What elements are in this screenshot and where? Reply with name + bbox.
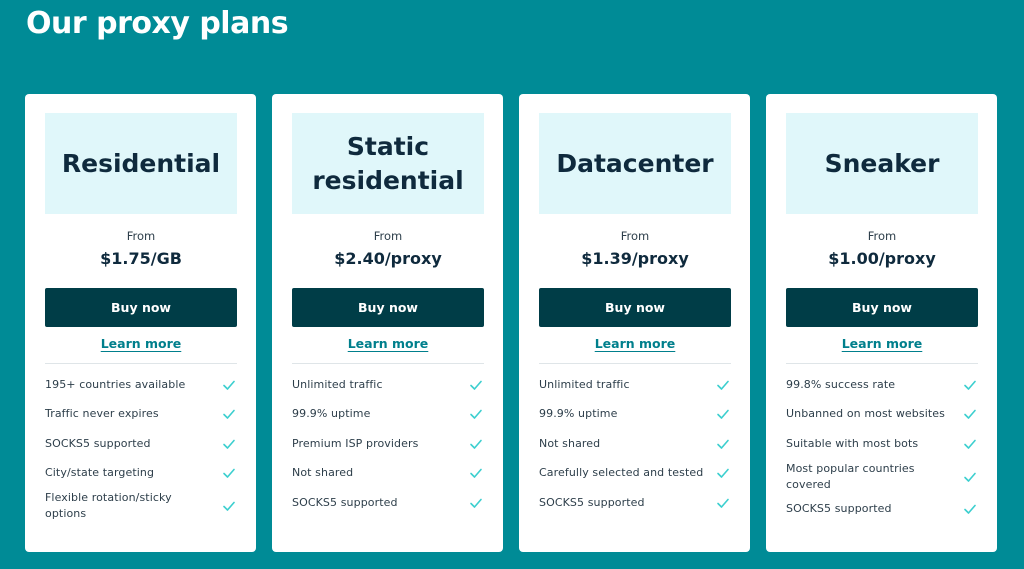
feature-item: 99.9% uptime xyxy=(539,400,731,430)
feature-text: Most popular countries covered xyxy=(786,461,915,491)
feature-item: Not shared xyxy=(539,429,731,459)
divider xyxy=(786,363,978,364)
feature-item: 99.8% success rate xyxy=(786,370,978,400)
feature-item: Most popular countries covered xyxy=(786,459,978,495)
feature-list: 99.8% success rate Unbanned on most webs… xyxy=(786,370,978,524)
feature-item: Premium ISP providers xyxy=(292,429,484,459)
feature-text: 99.9% uptime xyxy=(292,407,371,421)
plan-card-sneaker: Sneaker From $1.00/proxy Buy now Learn m… xyxy=(766,94,997,552)
check-icon xyxy=(223,380,235,390)
check-icon xyxy=(223,468,235,479)
plan-card-residential: Residential From $1.75/GB Buy now Learn … xyxy=(25,94,256,552)
feature-item: SOCKS5 supported xyxy=(45,429,237,459)
check-icon xyxy=(717,409,729,420)
check-icon xyxy=(470,468,482,479)
feature-item: 195+ countries available xyxy=(45,370,237,400)
feature-text: SOCKS5 supported xyxy=(539,495,645,509)
check-icon xyxy=(470,498,482,508)
plan-price: $2.40/proxy xyxy=(334,249,442,268)
feature-item: SOCKS5 supported xyxy=(292,488,484,518)
feature-list: Unlimited traffic 99.9% uptime Not share… xyxy=(539,370,731,518)
check-icon xyxy=(470,439,482,449)
feature-text: SOCKS5 supported xyxy=(292,495,398,509)
buy-now-button[interactable]: Buy now xyxy=(786,288,978,327)
buy-now-button[interactable]: Buy now xyxy=(45,288,237,327)
price-from-label: From xyxy=(373,229,403,243)
feature-item: Suitable with most bots xyxy=(786,429,978,459)
buy-now-button[interactable]: Buy now xyxy=(292,288,484,327)
check-icon xyxy=(717,468,729,479)
divider xyxy=(539,363,731,364)
feature-item: Carefully selected and tested xyxy=(539,459,731,489)
check-icon xyxy=(470,380,482,390)
divider xyxy=(45,363,237,364)
feature-text: Not shared xyxy=(539,436,601,450)
plan-cards: Residential From $1.75/GB Buy now Learn … xyxy=(25,94,997,552)
feature-text: Unlimited traffic xyxy=(292,377,383,391)
plan-card-static-residential: Static residential From $2.40/proxy Buy … xyxy=(272,94,503,552)
feature-text: Unbanned on most websites xyxy=(786,407,945,421)
feature-item: SOCKS5 supported xyxy=(786,495,978,525)
check-icon xyxy=(717,498,729,508)
feature-text: 99.9% uptime xyxy=(539,407,618,421)
plan-price: $1.75/GB xyxy=(100,249,182,268)
plan-name: Sneaker xyxy=(786,113,978,214)
check-icon xyxy=(964,472,976,482)
feature-text: Premium ISP providers xyxy=(292,436,419,450)
feature-text: 99.8% success rate xyxy=(786,377,896,391)
feature-text: 195+ countries available xyxy=(45,377,186,391)
feature-text: Unlimited traffic xyxy=(539,377,630,391)
feature-item: Unlimited traffic xyxy=(292,370,484,400)
feature-text: SOCKS5 supported xyxy=(786,502,892,516)
feature-item: 99.9% uptime xyxy=(292,400,484,430)
feature-text: Not shared xyxy=(292,466,354,480)
plan-price: $1.39/proxy xyxy=(581,249,689,268)
feature-item: Flexible rotation/sticky options xyxy=(45,488,237,524)
check-icon xyxy=(964,409,976,420)
feature-item: SOCKS5 supported xyxy=(539,488,731,518)
check-icon xyxy=(223,409,235,420)
divider xyxy=(292,363,484,364)
page-title: Our proxy plans xyxy=(26,6,289,41)
price-from-label: From xyxy=(126,229,156,243)
learn-more-link[interactable]: Learn more xyxy=(45,336,237,351)
plan-name: Residential xyxy=(45,113,237,214)
plan-card-datacenter: Datacenter From $1.39/proxy Buy now Lear… xyxy=(519,94,750,552)
feature-item: Unlimited traffic xyxy=(539,370,731,400)
check-icon xyxy=(717,380,729,390)
check-icon xyxy=(470,409,482,420)
feature-text: SOCKS5 supported xyxy=(45,436,151,450)
plan-price: $1.00/proxy xyxy=(828,249,936,268)
buy-now-button[interactable]: Buy now xyxy=(539,288,731,327)
learn-more-link[interactable]: Learn more xyxy=(292,336,484,351)
feature-text: Suitable with most bots xyxy=(786,436,919,450)
feature-item: City/state targeting xyxy=(45,459,237,489)
feature-text: Traffic never expires xyxy=(45,407,159,421)
check-icon xyxy=(717,439,729,449)
feature-text: Carefully selected and tested xyxy=(539,466,704,480)
check-icon xyxy=(964,504,976,515)
feature-text: City/state targeting xyxy=(45,466,155,480)
check-icon xyxy=(223,501,235,511)
feature-item: Not shared xyxy=(292,459,484,489)
feature-list: 195+ countries available Traffic never e… xyxy=(45,370,237,524)
check-icon xyxy=(964,439,976,449)
learn-more-link[interactable]: Learn more xyxy=(539,336,731,351)
feature-list: Unlimited traffic 99.9% uptime Premium I… xyxy=(292,370,484,518)
check-icon xyxy=(964,380,976,390)
feature-item: Traffic never expires xyxy=(45,400,237,430)
price-from-label: From xyxy=(620,229,650,243)
check-icon xyxy=(223,439,235,449)
price-from-label: From xyxy=(867,229,897,243)
feature-item: Unbanned on most websites xyxy=(786,400,978,430)
plan-name: Static residential xyxy=(292,113,484,214)
feature-text: Flexible rotation/sticky options xyxy=(45,491,172,520)
plan-name: Datacenter xyxy=(539,113,731,214)
learn-more-link[interactable]: Learn more xyxy=(786,336,978,351)
